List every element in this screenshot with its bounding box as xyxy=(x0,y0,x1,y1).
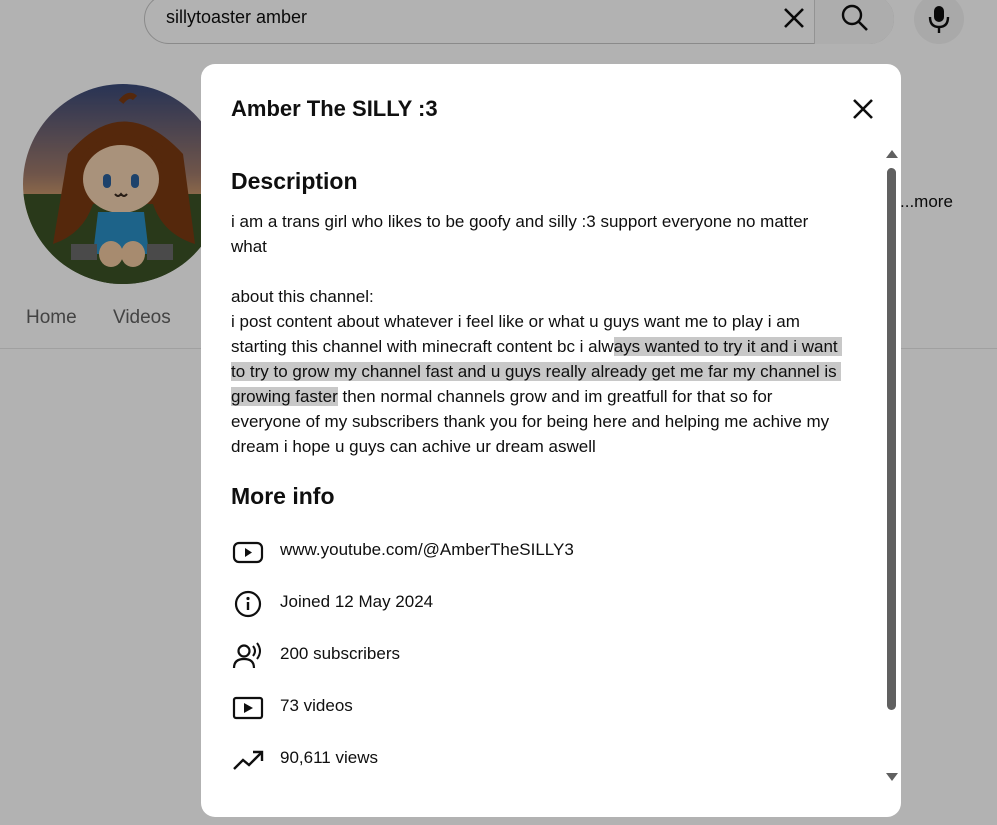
view-count: 90,611 views xyxy=(280,748,378,767)
info-row-views: 90,611 views xyxy=(231,744,831,774)
scroll-down-arrow[interactable] xyxy=(886,773,898,781)
description-heading: Description xyxy=(231,168,358,194)
channel-description: i am a trans girl who likes to be goofy … xyxy=(231,209,846,459)
trending-icon xyxy=(233,750,264,770)
info-row-url: www.youtube.com/@AmberTheSILLY3 xyxy=(231,536,831,566)
more-info-heading: More info xyxy=(231,483,335,509)
description-text: i am a trans girl who likes to be goofy … xyxy=(231,212,809,356)
scrollbar-thumb[interactable] xyxy=(887,168,896,710)
close-icon xyxy=(853,99,873,119)
youtube-play-icon xyxy=(232,541,264,564)
info-row-videos: 73 videos xyxy=(231,692,831,722)
close-dialog-button[interactable] xyxy=(848,94,878,124)
subscriber-count: 200 subscribers xyxy=(280,644,401,663)
video-count: 73 videos xyxy=(280,696,353,715)
video-icon xyxy=(232,696,264,720)
scroll-up-arrow[interactable] xyxy=(886,150,898,158)
subscribers-icon xyxy=(232,642,261,669)
info-row-subscribers: 200 subscribers xyxy=(231,640,831,670)
channel-url-link[interactable]: www.youtube.com/@AmberTheSILLY3 xyxy=(280,540,574,560)
info-icon xyxy=(234,590,262,618)
info-row-joined: Joined 12 May 2024 xyxy=(231,588,831,618)
about-dialog: Amber The SILLY :3 Description i am a tr… xyxy=(201,64,901,817)
joined-date: Joined 12 May 2024 xyxy=(280,592,434,611)
dialog-title: Amber The SILLY :3 xyxy=(231,96,438,121)
